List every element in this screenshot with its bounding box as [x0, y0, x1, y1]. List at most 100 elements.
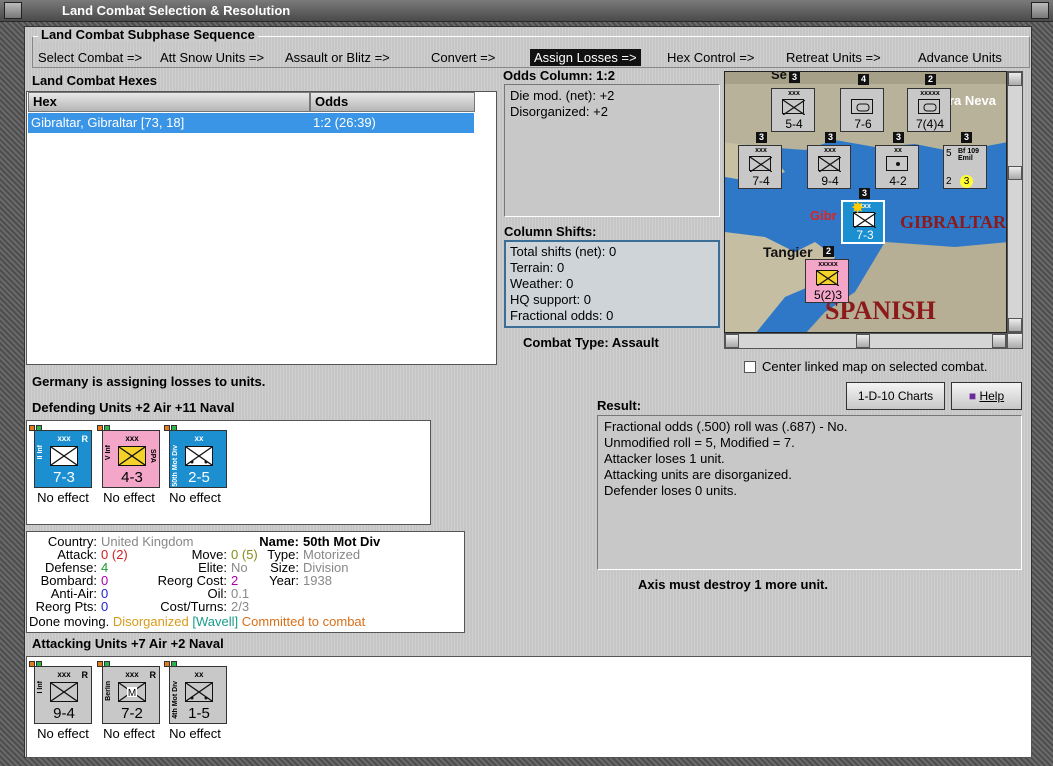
unit-status-line: Done moving. Disorganized [Wavell] Commi… [29, 614, 366, 629]
scroll-right-button[interactable] [992, 334, 1006, 348]
map-label-tangier: Tangier [763, 244, 813, 260]
result-line: Attacking units are disorganized. [604, 467, 792, 482]
hq-support-text: HQ support: 0 [510, 292, 591, 307]
map-label-gibraltar: GIBRALTAR [900, 212, 1007, 232]
map-horizontal-scrollbar[interactable] [724, 333, 1007, 349]
subphase-sequence-label: Land Combat Subphase Sequence [38, 27, 258, 42]
explosion-icon: ✸ [851, 200, 865, 217]
book-icon: ■ [968, 389, 977, 403]
seq-convert[interactable]: Convert => [431, 50, 495, 65]
table-row[interactable]: Gibraltar, Gibraltar [73, 18] 1:2 (26:39… [28, 113, 474, 133]
seq-retreat-units[interactable]: Retreat Units => [786, 50, 881, 65]
map-counter-alpine[interactable]: xxx 5-4 [771, 88, 815, 132]
stack-badge: 4 [858, 74, 869, 85]
map-counter-rommel[interactable]: xxxxx 7(4)4 [907, 88, 951, 132]
terrain-shift-text: Terrain: 0 [510, 260, 565, 275]
unit-effect: No effect [37, 726, 89, 741]
stack-badge: 2 [823, 246, 834, 257]
die-mod-text: Die mod. (net): +2 [510, 88, 615, 103]
result-footer: Axis must destroy 1 more unit. [638, 577, 828, 592]
result-line: Unmodified roll = 5, Modified = 7. [604, 435, 795, 450]
map-counter-i-inf[interactable]: xxx 9-4 [807, 145, 851, 189]
map-label-nevada: ra Neva [949, 93, 996, 108]
total-shifts-text: Total shifts (net): 0 [510, 244, 617, 259]
map-counter-bf109-air[interactable]: 5 Bf 109 Emil 2 3 [943, 145, 987, 189]
map-counter-3-mtn[interactable]: xx 4-2 [875, 145, 919, 189]
combat-type-label: Combat Type: Assault [523, 335, 659, 350]
hexes-heading: Land Combat Hexes [32, 73, 157, 88]
attacking-unit-counter[interactable]: xx 4th Mot Div 1-5 [164, 661, 227, 724]
air-strength-badge: 3 [960, 175, 973, 188]
scroll-up-button[interactable] [1008, 72, 1022, 86]
seq-advance-units[interactable]: Advance Units [918, 50, 1002, 65]
unit-effect: No effect [37, 490, 89, 505]
map-label-gibr: Gibr [810, 208, 837, 223]
svg-text:M: M [128, 688, 136, 699]
scroll-down-button[interactable] [1008, 318, 1022, 332]
stack-badge: 3 [825, 132, 836, 143]
seq-assault-or-blitz[interactable]: Assault or Blitz => [285, 50, 390, 65]
center-map-label: Center linked map on selected combat. [762, 359, 988, 374]
odds-column-heading: Odds Column: 1:2 [503, 68, 615, 83]
result-line: Attacker loses 1 unit. [604, 451, 725, 466]
defending-units-heading: Defending Units +2 Air +11 Naval [32, 400, 235, 415]
unit-effect: No effect [169, 726, 221, 741]
stack-badge: 3 [893, 132, 904, 143]
unit-cost-turns: 2/3 [231, 599, 250, 614]
disorganized-mod-text: Disorganized: +2 [510, 104, 608, 119]
motorized-symbol-icon [185, 682, 213, 702]
unit-year: 1938 [303, 573, 332, 588]
unit-effect: No effect [103, 726, 155, 741]
map-counter-franco[interactable]: xxxxx 5(2)3 [805, 259, 849, 303]
map-counter-x-inf[interactable]: xxx 7-4 [738, 145, 782, 189]
defending-unit-counter[interactable]: xx 50th Mot Div 2-5 [164, 425, 227, 488]
help-button[interactable]: ■ Help [951, 382, 1022, 410]
scroll-corner [1007, 333, 1023, 349]
result-heading: Result: [597, 398, 642, 413]
motorized-symbol-icon [185, 446, 213, 466]
scroll-thumb[interactable] [1008, 166, 1022, 180]
result-line: Fractional odds (.500) roll was (.687) -… [604, 419, 848, 434]
unit-effect: No effect [169, 490, 221, 505]
title-bar: Land Combat Selection & Resolution [0, 0, 1053, 22]
status-text: Germany is assigning losses to units. [32, 374, 266, 389]
odds-column-header[interactable]: Odds [310, 92, 475, 112]
infantry-symbol-icon [50, 446, 78, 466]
window-title: Land Combat Selection & Resolution [62, 3, 291, 18]
center-map-checkbox[interactable] [744, 361, 756, 373]
seq-att-snow-units[interactable]: Att Snow Units => [160, 50, 264, 65]
odds-cell: 1:2 (26:39) [313, 115, 376, 130]
attacking-units-heading: Attacking Units +7 Air +2 Naval [32, 636, 224, 651]
column-shifts-heading: Column Shifts: [504, 224, 597, 239]
unit-effect: No effect [103, 490, 155, 505]
map-label-top: Se [771, 71, 787, 82]
stack-badge: 3 [756, 132, 767, 143]
seq-select-combat[interactable]: Select Combat => [38, 50, 142, 65]
hex-cell: Gibraltar, Gibraltar [73, 18] [31, 115, 185, 130]
defending-unit-counter[interactable]: xxx V Inf SPA 4-3 [97, 425, 160, 488]
scroll-left-button[interactable] [725, 334, 739, 348]
infantry-symbol-icon [50, 682, 78, 702]
infantry-symbol-icon [118, 446, 146, 466]
attacking-unit-counter[interactable]: xxx I Inf R 9-4 [29, 661, 92, 724]
map-counter-dak-arm[interactable]: 7-6 [840, 88, 884, 132]
system-menu-button[interactable] [4, 2, 22, 19]
stack-badge: 2 [925, 74, 936, 85]
seq-assign-losses[interactable]: Assign Losses => [530, 49, 641, 66]
charts-button[interactable]: 1-D-10 Charts [846, 382, 945, 410]
stack-badge: 3 [859, 188, 870, 199]
hex-column-header[interactable]: Hex [28, 92, 310, 112]
defending-unit-counter[interactable]: xxx II Inf R 7-3 [29, 425, 92, 488]
mechanized-symbol-icon: M [118, 682, 146, 702]
result-line: Defender loses 0 units. [604, 483, 737, 498]
linked-map[interactable]: GIBRALTAR Tangier SPANISH Gibr ra Neva S… [724, 71, 1007, 333]
weather-shift-text: Weather: 0 [510, 276, 574, 291]
close-button[interactable] [1031, 2, 1049, 19]
unit-info-box: Country: United Kingdom Name: 50th Mot D… [26, 531, 465, 633]
seq-hex-control[interactable]: Hex Control => [667, 50, 754, 65]
stack-badge: 3 [961, 132, 972, 143]
map-vertical-scrollbar[interactable] [1007, 71, 1023, 333]
stack-badge: 3 [789, 72, 800, 83]
scroll-thumb[interactable] [856, 334, 870, 348]
attacking-unit-counter[interactable]: xxx Berlin R M 7-2 [97, 661, 160, 724]
